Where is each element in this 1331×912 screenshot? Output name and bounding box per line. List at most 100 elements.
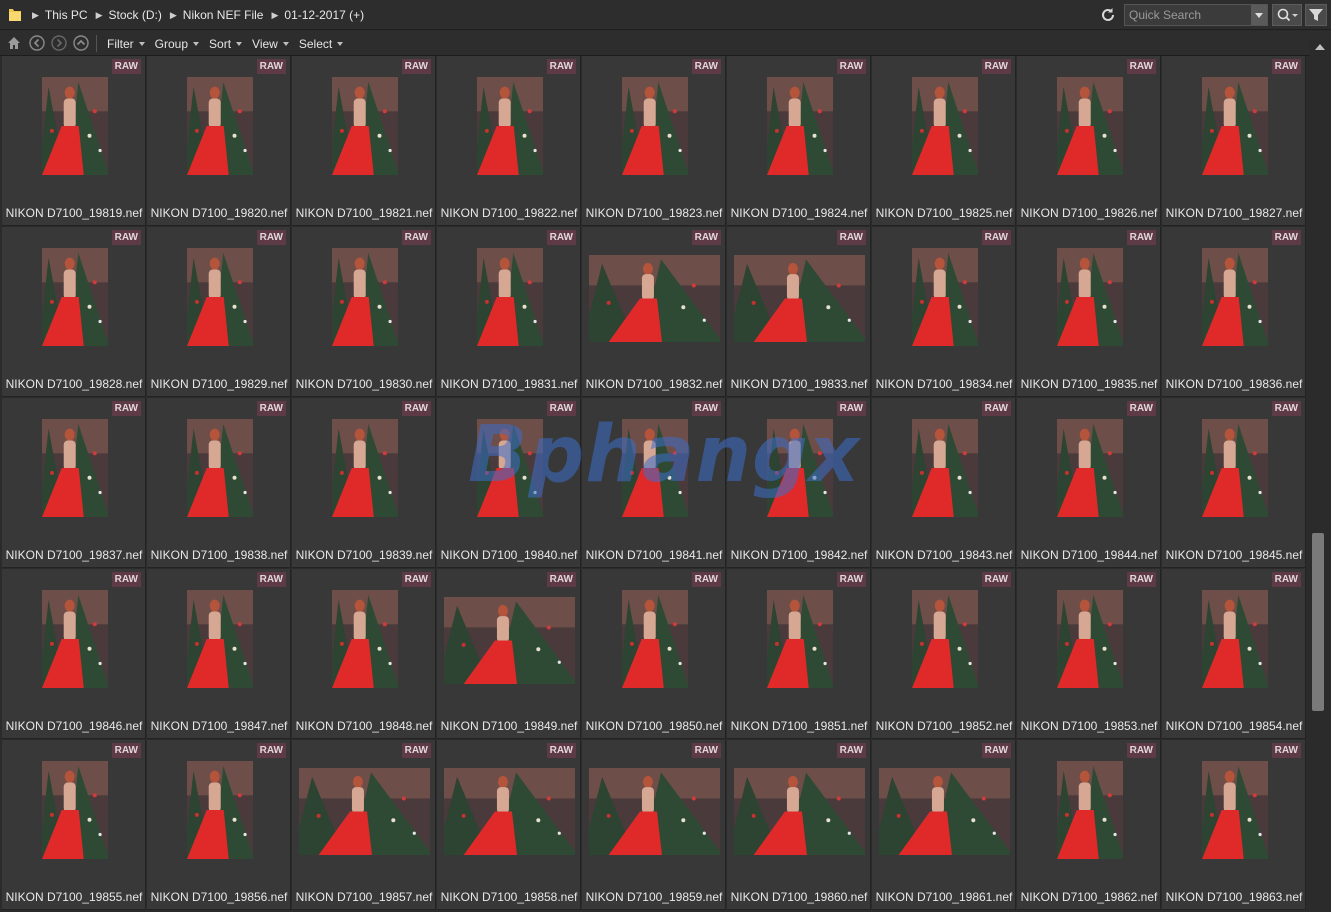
breadcrumb-stock-drive[interactable]: Stock (D:) <box>109 8 162 22</box>
photo-thumbnail[interactable] <box>332 248 398 346</box>
photo-thumbnail[interactable] <box>444 768 575 855</box>
photo-thumbnail[interactable] <box>1202 248 1268 346</box>
view-menu[interactable]: View <box>252 37 289 51</box>
photo-thumbnail[interactable] <box>1202 590 1268 688</box>
forward-arrow-icon[interactable] <box>51 35 67 51</box>
breadcrumb-separator-icon[interactable]: ▶ <box>96 10 103 21</box>
photo-thumbnail[interactable] <box>589 768 720 855</box>
photo-thumbnail[interactable] <box>332 77 398 175</box>
photo-thumbnail[interactable] <box>1202 419 1268 517</box>
file-tile[interactable]: RAW NIKON D7100_19834.nef <box>872 227 1016 397</box>
photo-thumbnail[interactable] <box>187 419 253 517</box>
file-tile[interactable]: RAW NIKON D7100_19843.nef <box>872 398 1016 568</box>
file-tile[interactable]: RAW NIKON D7100_19830.nef <box>292 227 436 397</box>
search-button[interactable] <box>1272 4 1302 26</box>
file-tile[interactable]: RAW NIKON D7100_19837.nef <box>2 398 146 568</box>
photo-thumbnail[interactable] <box>1057 419 1123 517</box>
photo-thumbnail[interactable] <box>477 248 543 346</box>
photo-thumbnail[interactable] <box>622 77 688 175</box>
photo-thumbnail[interactable] <box>42 590 108 688</box>
file-tile[interactable]: RAW NIKON D7100_19824.nef <box>727 56 871 226</box>
photo-thumbnail[interactable] <box>767 419 833 517</box>
file-tile[interactable]: RAW NIKON D7100_19835.nef <box>1017 227 1161 397</box>
photo-thumbnail[interactable] <box>42 248 108 346</box>
file-tile[interactable]: RAW NIKON D7100_19831.nef <box>437 227 581 397</box>
file-tile[interactable]: RAW NIKON D7100_19828.nef <box>2 227 146 397</box>
file-tile[interactable]: RAW NIKON D7100_19846.nef <box>2 569 146 739</box>
file-tile[interactable]: RAW NIKON D7100_19829.nef <box>147 227 291 397</box>
photo-thumbnail[interactable] <box>1057 248 1123 346</box>
file-tile[interactable]: RAW NIKON D7100_19842.nef <box>727 398 871 568</box>
file-tile[interactable]: RAW NIKON D7100_19859.nef <box>582 740 726 910</box>
file-tile[interactable]: RAW NIKON D7100_19858.nef <box>437 740 581 910</box>
breadcrumb-current-folder[interactable]: 01-12-2017 (+) <box>284 8 364 22</box>
photo-thumbnail[interactable] <box>299 768 430 855</box>
photo-thumbnail[interactable] <box>42 419 108 517</box>
photo-thumbnail[interactable] <box>1057 761 1123 859</box>
photo-thumbnail[interactable] <box>879 768 1010 855</box>
breadcrumb-separator-icon[interactable]: ▶ <box>170 10 177 21</box>
file-tile[interactable]: RAW NIKON D7100_19856.nef <box>147 740 291 910</box>
home-icon[interactable] <box>6 35 22 51</box>
filter-menu[interactable]: Filter <box>107 37 145 51</box>
back-arrow-icon[interactable] <box>29 35 45 51</box>
group-menu[interactable]: Group <box>155 37 200 51</box>
file-tile[interactable]: RAW NIKON D7100_19820.nef <box>147 56 291 226</box>
photo-thumbnail[interactable] <box>912 590 978 688</box>
photo-thumbnail[interactable] <box>734 255 865 342</box>
file-tile[interactable]: RAW NIKON D7100_19822.nef <box>437 56 581 226</box>
file-tile[interactable]: RAW NIKON D7100_19836.nef <box>1162 227 1306 397</box>
photo-thumbnail[interactable] <box>912 248 978 346</box>
photo-thumbnail[interactable] <box>477 419 543 517</box>
file-tile[interactable]: RAW NIKON D7100_19863.nef <box>1162 740 1306 910</box>
photo-thumbnail[interactable] <box>332 419 398 517</box>
file-tile[interactable]: RAW NIKON D7100_19819.nef <box>2 56 146 226</box>
file-tile[interactable]: RAW NIKON D7100_19832.nef <box>582 227 726 397</box>
photo-thumbnail[interactable] <box>444 597 575 684</box>
photo-thumbnail[interactable] <box>1057 77 1123 175</box>
file-tile[interactable]: RAW NIKON D7100_19854.nef <box>1162 569 1306 739</box>
select-menu[interactable]: Select <box>299 37 344 51</box>
file-tile[interactable]: RAW NIKON D7100_19848.nef <box>292 569 436 739</box>
file-tile[interactable]: RAW NIKON D7100_19847.nef <box>147 569 291 739</box>
sort-menu[interactable]: Sort <box>209 37 243 51</box>
up-arrow-icon[interactable] <box>73 35 89 51</box>
file-tile[interactable]: RAW NIKON D7100_19849.nef <box>437 569 581 739</box>
filter-button[interactable] <box>1305 4 1327 26</box>
file-tile[interactable]: RAW NIKON D7100_19851.nef <box>727 569 871 739</box>
search-dropdown-button[interactable] <box>1251 5 1267 25</box>
photo-thumbnail[interactable] <box>187 761 253 859</box>
photo-thumbnail[interactable] <box>622 590 688 688</box>
photo-thumbnail[interactable] <box>589 255 720 342</box>
breadcrumb-separator-icon[interactable]: ▶ <box>32 10 39 21</box>
file-tile[interactable]: RAW NIKON D7100_19857.nef <box>292 740 436 910</box>
file-tile[interactable]: RAW NIKON D7100_19825.nef <box>872 56 1016 226</box>
breadcrumb-this-pc[interactable]: This PC <box>45 8 88 22</box>
file-tile[interactable]: RAW NIKON D7100_19845.nef <box>1162 398 1306 568</box>
breadcrumb-nikon-nef-file[interactable]: Nikon NEF File <box>183 8 264 22</box>
file-tile[interactable]: RAW NIKON D7100_19833.nef <box>727 227 871 397</box>
photo-thumbnail[interactable] <box>1202 77 1268 175</box>
file-tile[interactable]: RAW NIKON D7100_19841.nef <box>582 398 726 568</box>
file-tile[interactable]: RAW NIKON D7100_19838.nef <box>147 398 291 568</box>
file-tile[interactable]: RAW NIKON D7100_19821.nef <box>292 56 436 226</box>
photo-thumbnail[interactable] <box>767 590 833 688</box>
photo-thumbnail[interactable] <box>1057 590 1123 688</box>
scrollbar-thumb[interactable] <box>1312 533 1324 711</box>
file-tile[interactable]: RAW NIKON D7100_19823.nef <box>582 56 726 226</box>
file-tile[interactable]: RAW NIKON D7100_19853.nef <box>1017 569 1161 739</box>
breadcrumb-separator-icon[interactable]: ▶ <box>271 10 278 21</box>
file-tile[interactable]: RAW NIKON D7100_19826.nef <box>1017 56 1161 226</box>
file-tile[interactable]: RAW NIKON D7100_19861.nef <box>872 740 1016 910</box>
photo-thumbnail[interactable] <box>187 590 253 688</box>
file-tile[interactable]: RAW NIKON D7100_19860.nef <box>727 740 871 910</box>
file-tile[interactable]: RAW NIKON D7100_19850.nef <box>582 569 726 739</box>
photo-thumbnail[interactable] <box>332 590 398 688</box>
photo-thumbnail[interactable] <box>187 248 253 346</box>
photo-thumbnail[interactable] <box>1202 761 1268 859</box>
file-tile[interactable]: RAW NIKON D7100_19852.nef <box>872 569 1016 739</box>
photo-thumbnail[interactable] <box>477 77 543 175</box>
photo-thumbnail[interactable] <box>912 419 978 517</box>
photo-thumbnail[interactable] <box>42 761 108 859</box>
file-tile[interactable]: RAW NIKON D7100_19839.nef <box>292 398 436 568</box>
